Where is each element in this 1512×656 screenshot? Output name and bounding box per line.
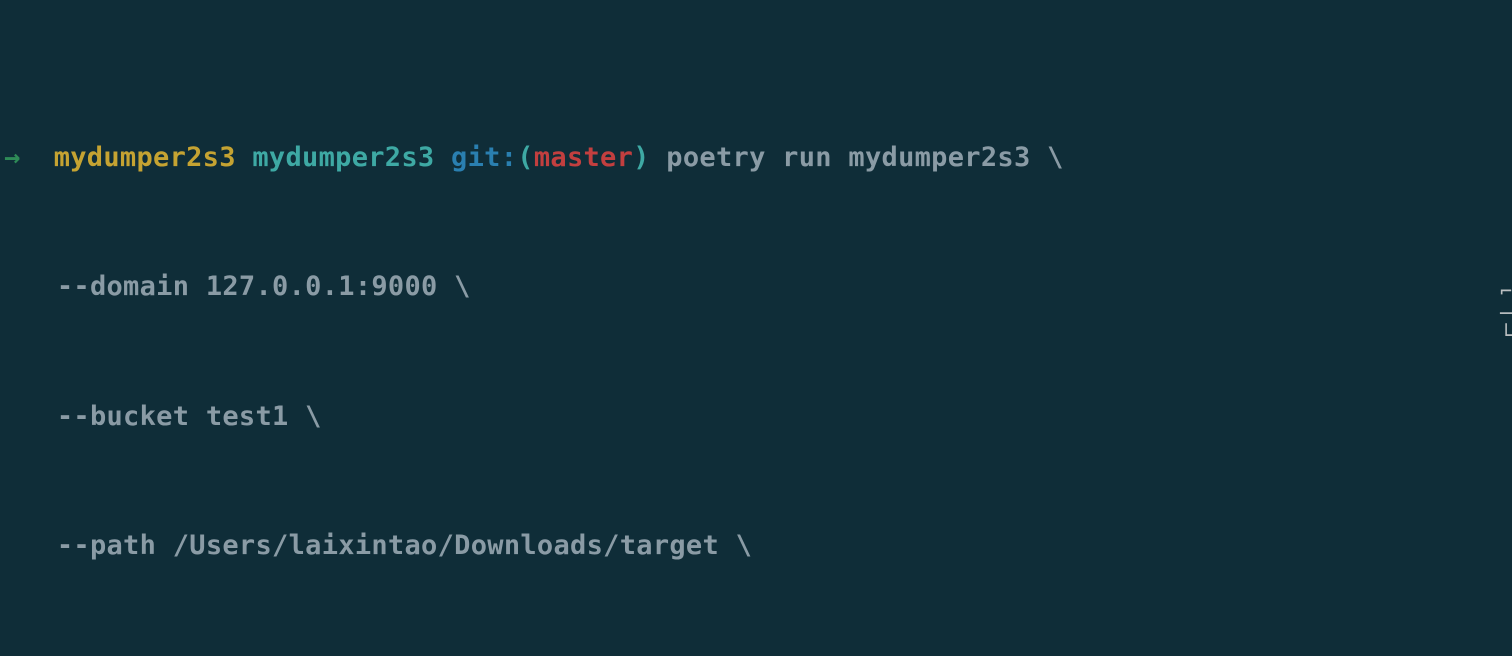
command-text-line-1: --domain 127.0.0.1:9000 \ <box>4 265 1502 308</box>
prompt-arrow-icon: → <box>4 142 21 173</box>
terminal-window[interactable]: → mydumper2s3 mydumper2s3 git:(master) p… <box>0 0 1512 656</box>
prompt-git-label: git: <box>451 142 517 173</box>
command-text-line-2: --bucket test1 \ <box>4 395 1502 438</box>
prompt-directory-secondary: mydumper2s3 <box>252 142 434 173</box>
prompt-branch: master <box>534 142 633 173</box>
prompt-paren-open: ( <box>517 142 534 173</box>
command-text-line-3: --path /Users/laixintao/Downloads/target… <box>4 524 1502 567</box>
prompt-directory-primary: mydumper2s3 <box>54 142 236 173</box>
prompt-line: → mydumper2s3 mydumper2s3 git:(master) p… <box>4 92 1502 178</box>
prompt-paren-close: ) <box>633 142 650 173</box>
tmux-indicator-icon: ⌐─└ <box>1500 280 1512 346</box>
command-text-line-0: poetry run mydumper2s3 \ <box>650 142 1064 173</box>
